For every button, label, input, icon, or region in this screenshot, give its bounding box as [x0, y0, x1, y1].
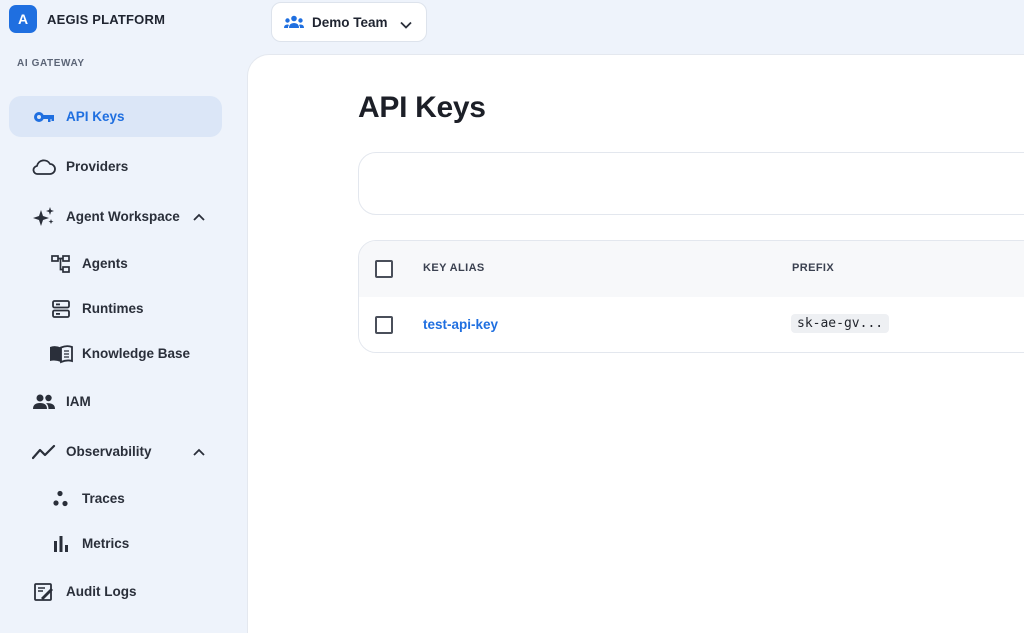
chevron-up-icon[interactable]	[192, 445, 206, 459]
sidebar-item-observability[interactable]: Observability	[9, 431, 222, 472]
hierarchy-icon	[49, 252, 73, 276]
brand-logo: A	[9, 5, 37, 33]
chevron-down-icon	[400, 16, 412, 34]
key-prefix: sk-ae-gv...	[791, 314, 890, 333]
cloud-icon	[32, 155, 56, 179]
sidebar-item-label: Agent Workspace	[66, 209, 180, 224]
sidebar-item-metrics[interactable]: Metrics	[9, 523, 222, 564]
sidebar-item-knowledge-base[interactable]: Knowledge Base	[9, 333, 222, 374]
sidebar-item-runtimes[interactable]: Runtimes	[9, 288, 222, 329]
team-icon	[284, 15, 304, 34]
server-icon	[49, 297, 73, 321]
sidebar-item-label: Observability	[66, 444, 152, 459]
sidebar-item-label: Agents	[82, 256, 128, 271]
sparkles-icon	[32, 205, 56, 229]
trend-line-icon	[32, 440, 56, 464]
row-checkbox[interactable]	[375, 316, 393, 334]
chevron-up-icon[interactable]	[192, 210, 206, 224]
sidebar-item-agents[interactable]: Agents	[9, 243, 222, 284]
team-name: Demo Team	[312, 14, 388, 30]
sidebar-item-agent-workspace[interactable]: Agent Workspace	[9, 196, 222, 237]
bar-chart-icon	[49, 532, 73, 556]
select-all-checkbox[interactable]	[375, 260, 393, 278]
sidebar-item-label: Knowledge Base	[82, 346, 191, 361]
sidebar: A AEGIS PLATFORM AI GATEWAY API Keys Pro…	[0, 0, 246, 633]
brand[interactable]: A AEGIS PLATFORM	[9, 5, 165, 33]
sidebar-item-label: Metrics	[82, 536, 130, 551]
filter-bar	[358, 152, 1024, 215]
book-icon	[49, 342, 73, 366]
app-root: A AEGIS PLATFORM AI GATEWAY API Keys Pro…	[0, 0, 1024, 633]
main-panel: API Keys KEY ALIAS PREFIX test-api-key s…	[247, 54, 1024, 633]
table-row: test-api-key sk-ae-gv...	[359, 297, 1024, 352]
sidebar-item-label: Traces	[82, 491, 125, 506]
column-header-key-alias[interactable]: KEY ALIAS	[423, 262, 485, 274]
page-title: API Keys	[358, 91, 486, 124]
sidebar-item-label: Runtimes	[82, 301, 144, 316]
sidebar-item-api-keys[interactable]: API Keys	[9, 96, 222, 137]
sidebar-item-providers[interactable]: Providers	[9, 146, 222, 187]
sidebar-item-label: API Keys	[66, 109, 125, 124]
sidebar-item-iam[interactable]: IAM	[9, 381, 222, 422]
sidebar-item-audit-logs[interactable]: Audit Logs	[9, 571, 222, 612]
section-label-ai-gateway: AI GATEWAY	[17, 58, 85, 69]
column-header-prefix[interactable]: PREFIX	[792, 262, 834, 274]
sidebar-item-label: Providers	[66, 159, 129, 174]
sidebar-item-label: IAM	[66, 394, 91, 409]
people-icon	[32, 390, 56, 414]
brand-name: AEGIS PLATFORM	[47, 11, 166, 27]
team-selector[interactable]: Demo Team	[271, 2, 427, 42]
sidebar-item-traces[interactable]: Traces	[9, 478, 222, 519]
dots-icon	[49, 487, 73, 511]
api-keys-table: KEY ALIAS PREFIX test-api-key sk-ae-gv..…	[358, 240, 1024, 353]
key-icon	[32, 105, 56, 129]
sidebar-item-label: Audit Logs	[66, 584, 137, 599]
table-header: KEY ALIAS PREFIX	[359, 241, 1024, 297]
key-alias-link[interactable]: test-api-key	[423, 317, 498, 332]
audit-log-icon	[32, 580, 56, 604]
